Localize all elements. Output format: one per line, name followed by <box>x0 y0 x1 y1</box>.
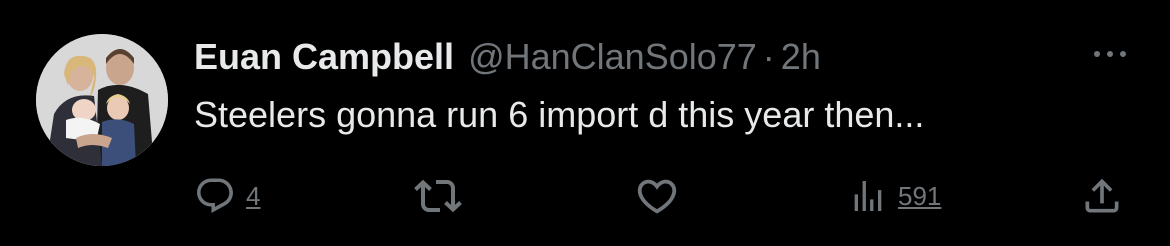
retweet-icon <box>414 179 462 213</box>
reply-icon <box>197 178 233 213</box>
more-options-button[interactable] <box>1090 44 1130 64</box>
tweet-header: Euan Campbell @HanClanSolo77 · 2h <box>194 36 821 80</box>
author-name[interactable]: Euan Campbell <box>194 36 454 78</box>
share-button[interactable] <box>1080 172 1124 220</box>
tweet-text: Steelers gonna run 6 import d this year … <box>194 94 925 135</box>
avatar-photo <box>36 34 168 166</box>
author-handle[interactable]: @HanClanSolo77 <box>468 36 757 78</box>
timestamp[interactable]: 2h <box>781 36 821 78</box>
heart-icon <box>637 179 677 214</box>
views-chart-icon <box>854 181 882 211</box>
avatar[interactable] <box>36 34 168 166</box>
retweet-button[interactable] <box>412 172 464 220</box>
like-button[interactable] <box>634 172 680 220</box>
views-count: 591 <box>898 180 942 211</box>
tweet[interactable]: Euan Campbell @HanClanSolo77 · 2h Steele… <box>0 0 1170 246</box>
more-horizontal-icon <box>1094 51 1126 57</box>
reply-count: 4 <box>246 180 261 211</box>
share-icon <box>1085 178 1119 213</box>
views-button[interactable]: 591 <box>848 172 941 220</box>
header-separator: · <box>762 36 775 77</box>
reply-button[interactable]: 4 <box>194 172 260 220</box>
